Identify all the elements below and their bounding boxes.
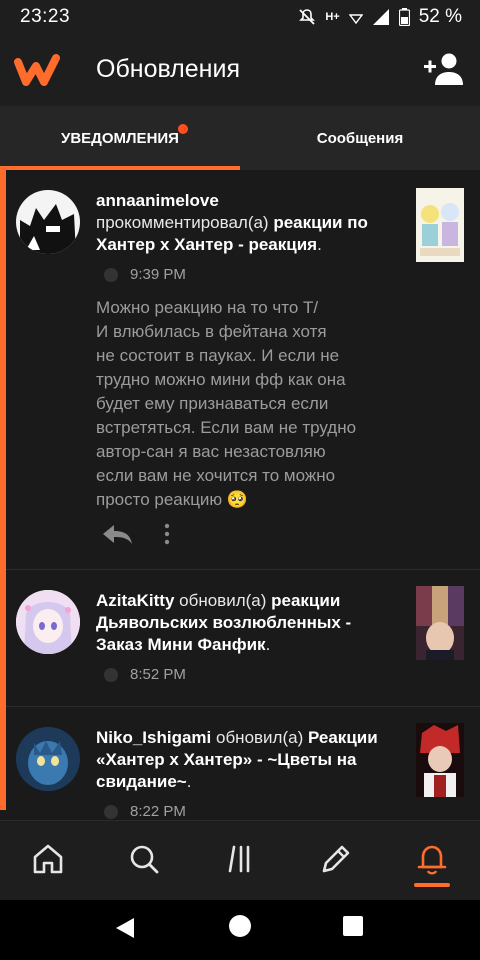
add-user-icon[interactable] [424, 52, 464, 86]
notification-feed[interactable]: annaanimelove прокомментировал(а) реакци… [0, 170, 480, 820]
status-icons: H+ 52 % [298, 6, 462, 28]
notification-text: Niko_Ishigami обновил(а) Реакции «Хантер… [96, 728, 378, 791]
battery-icon [398, 8, 410, 26]
battery-percent: 52 % [418, 6, 462, 27]
story-cover[interactable] [416, 188, 464, 262]
update-type-icon [104, 804, 118, 819]
bottom-navigation [0, 820, 480, 901]
notification-time: 8:52 PM [104, 666, 186, 683]
wifi-off-icon [348, 14, 363, 24]
active-nav-indicator [414, 883, 450, 887]
tab-bar: УВЕДОМЛЕНИЯ Сообщения [0, 106, 480, 170]
system-navigation-bar [0, 900, 480, 960]
notification-item[interactable]: annaanimelove прокомментировал(а) реакци… [0, 170, 480, 570]
notification-time: 8:22 PM [104, 803, 186, 820]
tab-messages-label: Сообщения [316, 129, 404, 147]
reply-icon[interactable] [100, 522, 134, 546]
comment-type-icon [104, 267, 118, 282]
home-circle-icon[interactable] [228, 914, 252, 938]
more-options-icon[interactable] [160, 522, 174, 546]
comment-text: Можно реакцию на то что Т/ И влюбилась в… [96, 298, 357, 509]
username[interactable]: Niko_Ishigami [96, 728, 211, 747]
username[interactable]: AzitaKitty [96, 591, 174, 610]
unread-dot [177, 123, 188, 134]
wattpad-logo-icon[interactable] [14, 52, 60, 88]
tab-messages[interactable]: Сообщения [240, 106, 480, 170]
status-bar: 23:23 H+ 52 % [0, 0, 480, 34]
notifications-icon[interactable] [414, 841, 450, 877]
avatar[interactable] [16, 727, 80, 791]
story-cover[interactable] [416, 586, 464, 660]
tab-notifications-label: УВЕДОМЛЕНИЯ [61, 129, 179, 147]
recents-icon[interactable] [343, 916, 363, 936]
notification-text: AzitaKitty обновил(а) реакции Дьявольски… [96, 591, 352, 654]
pleading-face-emoji: 🥺 [226, 490, 249, 509]
avatar[interactable] [16, 190, 80, 254]
home-icon[interactable] [30, 841, 66, 877]
page-title: Обновления [96, 55, 240, 83]
notification-item[interactable]: AzitaKitty обновил(а) реакции Дьявольски… [0, 570, 480, 706]
network-type-label: H+ [325, 11, 340, 23]
library-icon[interactable] [222, 841, 258, 877]
avatar[interactable] [16, 590, 80, 654]
update-type-icon [104, 667, 118, 682]
tab-notifications[interactable]: УВЕДОМЛЕНИЯ [0, 106, 240, 170]
notification-text: annaanimelove прокомментировал(а) реакци… [96, 191, 368, 254]
signal-icon [372, 9, 389, 25]
app-header: Обновления [0, 34, 480, 106]
story-cover[interactable] [416, 723, 464, 797]
status-time: 23:23 [20, 6, 71, 27]
mute-icon [299, 9, 316, 25]
write-icon[interactable] [318, 841, 354, 877]
username[interactable]: annaanimelove [96, 191, 219, 210]
search-icon[interactable] [126, 841, 162, 877]
back-icon[interactable] [114, 916, 136, 940]
notification-time: 9:39 PM [104, 266, 186, 283]
notification-item[interactable]: Niko_Ishigami обновил(а) Реакции «Хантер… [0, 707, 480, 820]
